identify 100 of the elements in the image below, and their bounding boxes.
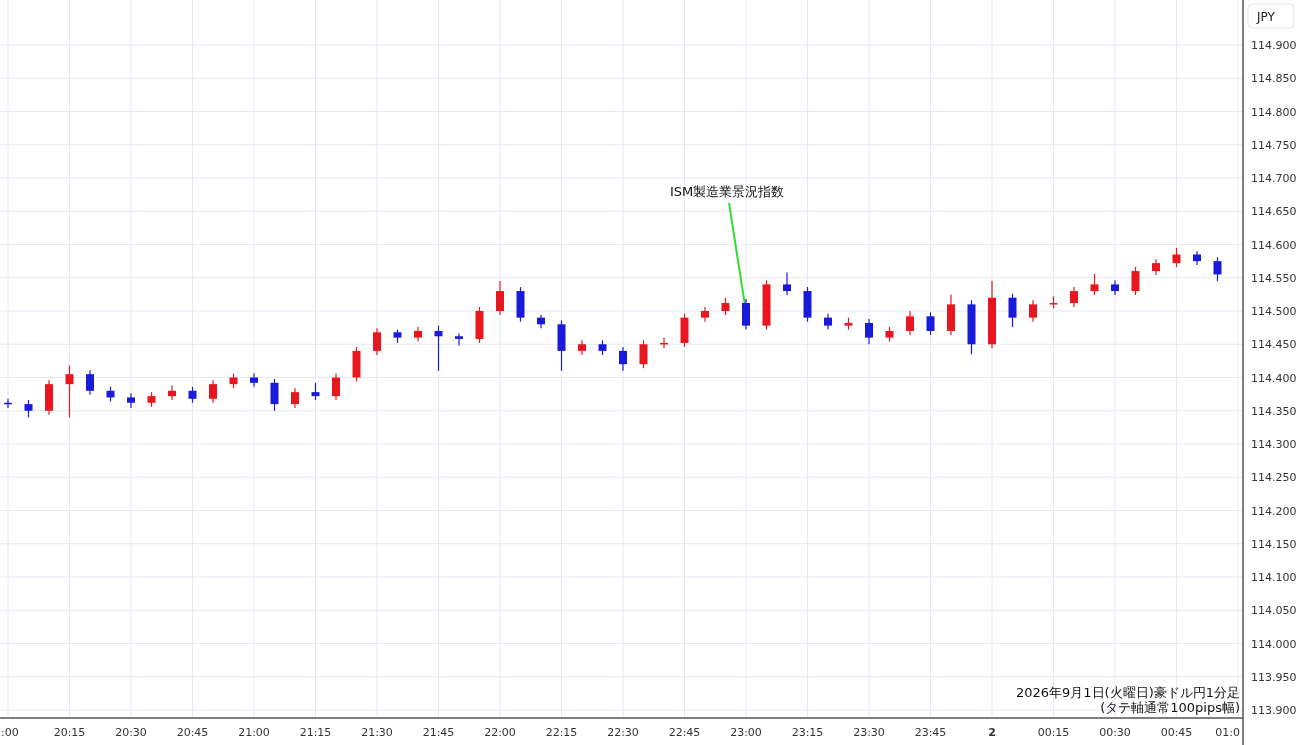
candlestick [45,379,53,416]
candlestick [65,364,74,418]
candlestick [127,392,135,409]
axis-label: 00:30 [1099,726,1131,739]
candlestick [865,318,873,345]
candlestick [557,319,566,372]
axis-label: 22:15 [545,726,578,739]
candlestick [332,372,340,401]
candlestick [701,306,709,323]
candlestick [906,310,914,336]
axis-label: 114.900 [1251,39,1297,52]
candlestick [1070,286,1078,308]
candlestick [516,286,525,323]
candlestick [1213,256,1222,282]
axis-label: 114.050 [1251,604,1297,618]
candlestick [373,327,381,356]
candlestick [803,286,812,323]
candlestick [824,313,832,331]
axis-label: 23:00 [730,726,762,739]
axis-label: 114.700 [1251,172,1297,185]
axis-label: 22:45 [668,726,701,739]
candlestick [414,326,422,343]
candlestick [209,379,217,404]
candlestick [1172,247,1181,268]
candlestick [188,386,197,404]
axis-label: 00:45 [1160,726,1193,739]
axis-label: 114.450 [1251,338,1297,352]
axis-label: 113.900 [1251,704,1297,717]
candlestick [742,298,750,331]
axis-label: 22:30 [607,726,639,739]
candlestick [762,279,771,331]
candlestick [106,386,115,403]
axis-label: 114.650 [1251,205,1297,219]
axis-label: 114.150 [1251,537,1297,551]
axis-label: 114.000 [1251,637,1297,651]
axis-label: 114.600 [1251,238,1297,252]
candlestick [475,306,484,344]
axis-label: 114.850 [1251,72,1297,86]
axis-label: 23:45 [914,726,947,739]
axis-title: JPY [1257,10,1275,24]
axis-label: 113.950 [1251,670,1297,684]
candlestick [537,314,545,329]
axis-label: 20:45 [176,726,209,739]
candlestick [455,333,463,347]
candlestick [844,317,853,331]
candlestick [598,339,607,356]
currency-label [1247,3,1295,29]
axis-label: 114.800 [1251,105,1297,119]
axis-label: 20:15 [53,726,86,739]
axis-label: 01:0 [1215,726,1240,739]
candlestick [885,326,894,343]
axis-label: :00 [1,726,19,739]
candlestick [1029,299,1037,323]
candlestick [1049,295,1058,309]
axis-label: 114.500 [1251,305,1297,318]
candlestick [86,369,94,396]
axis-label: 2 [988,726,996,739]
candlestick [1111,279,1119,296]
candlestick [270,378,279,412]
axis-label: 114.400 [1251,371,1297,385]
candlestick [721,297,730,316]
candlestick [352,346,361,383]
candlestick [250,372,258,388]
candlestick [4,398,12,409]
axis-label: 114.200 [1251,504,1297,518]
candlestick [988,280,996,349]
axis-label: 21:15 [299,726,332,739]
candlestick [168,384,176,401]
axis-label: 21:30 [361,726,393,739]
axis-label: 21:45 [422,726,455,739]
axis-label: 114.300 [1251,438,1297,451]
candlestick [1193,250,1201,266]
candlestick [783,271,791,296]
chart-caption: (タテ軸通常100pips幅) [1100,700,1240,715]
candlestick [496,280,504,316]
axis-label: 114.550 [1251,271,1297,285]
candlestick [229,372,238,389]
candlestick [619,346,627,372]
axis-label: 00:15 [1037,726,1070,739]
candlestick [578,339,586,356]
axis-label: 23:15 [791,726,824,739]
candlestick [639,339,648,369]
candlestick [1152,258,1160,276]
chart-caption: 2026年9月1日(火曜日)豪ドル円1分足 [1015,685,1240,700]
candlestick [660,337,668,349]
candlestick [434,325,443,372]
candlestick [967,299,976,355]
candlestick [926,311,935,336]
candlestick [393,329,402,344]
candlestick [1008,293,1017,328]
axis-label: 114.350 [1251,404,1297,418]
axis-label: 23:30 [853,726,885,739]
axis-label: 114.750 [1251,138,1297,152]
candlestick [311,382,320,401]
candlestick [1090,273,1099,296]
axis-label: 114.250 [1251,471,1297,485]
candlestick [947,293,955,336]
candlestick [291,387,299,409]
axis-label: 114.100 [1251,571,1297,584]
candlestick [147,391,156,408]
